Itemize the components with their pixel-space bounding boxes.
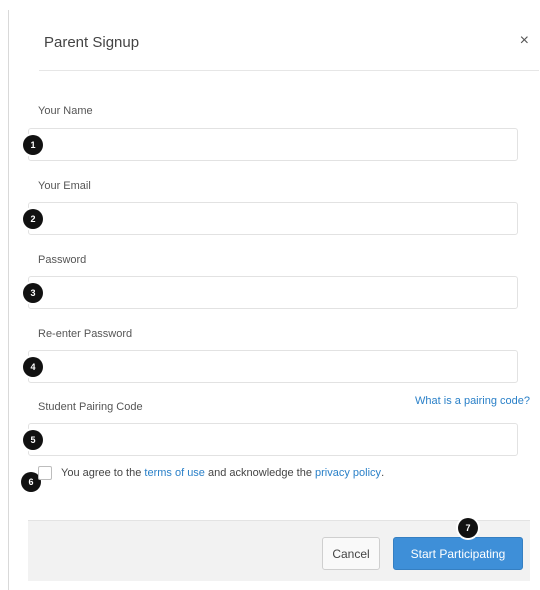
- your-name-input[interactable]: [28, 128, 518, 161]
- close-icon[interactable]: ×: [520, 32, 529, 50]
- agreement-prefix: You agree to the: [61, 467, 142, 479]
- privacy-policy-link[interactable]: privacy policy: [315, 467, 381, 479]
- callout-marker-2: 2: [23, 209, 43, 229]
- dialog-header: Parent Signup ×: [39, 10, 539, 71]
- your-email-label: Your Email: [38, 180, 91, 192]
- callout-marker-5: 5: [23, 430, 43, 450]
- terms-of-use-link[interactable]: terms of use: [144, 467, 205, 479]
- dialog-title: Parent Signup: [44, 34, 140, 51]
- callout-marker-4: 4: [23, 357, 43, 377]
- reenter-password-input[interactable]: [28, 350, 518, 383]
- pairing-code-input[interactable]: [28, 423, 518, 456]
- pairing-code-label: Student Pairing Code: [38, 401, 143, 413]
- password-label: Password: [38, 254, 87, 266]
- reenter-password-label: Re-enter Password: [38, 328, 133, 340]
- agreement-row: You agree to the terms of use and acknow…: [38, 466, 384, 480]
- callout-marker-1: 1: [23, 135, 43, 155]
- your-email-input[interactable]: [28, 202, 518, 235]
- agree-checkbox[interactable]: [38, 466, 52, 480]
- cancel-button[interactable]: Cancel: [322, 537, 380, 570]
- password-input[interactable]: [28, 276, 518, 309]
- agreement-middle: and acknowledge the: [208, 467, 312, 479]
- pairing-code-help-link[interactable]: What is a pairing code?: [415, 395, 530, 407]
- agreement-suffix: .: [381, 467, 385, 479]
- dialog-footer: Cancel Start Participating: [28, 520, 530, 581]
- callout-marker-7: 7: [458, 518, 478, 538]
- your-name-label: Your Name: [38, 105, 93, 117]
- callout-marker-3: 3: [23, 283, 43, 303]
- start-participating-button[interactable]: Start Participating: [393, 537, 523, 570]
